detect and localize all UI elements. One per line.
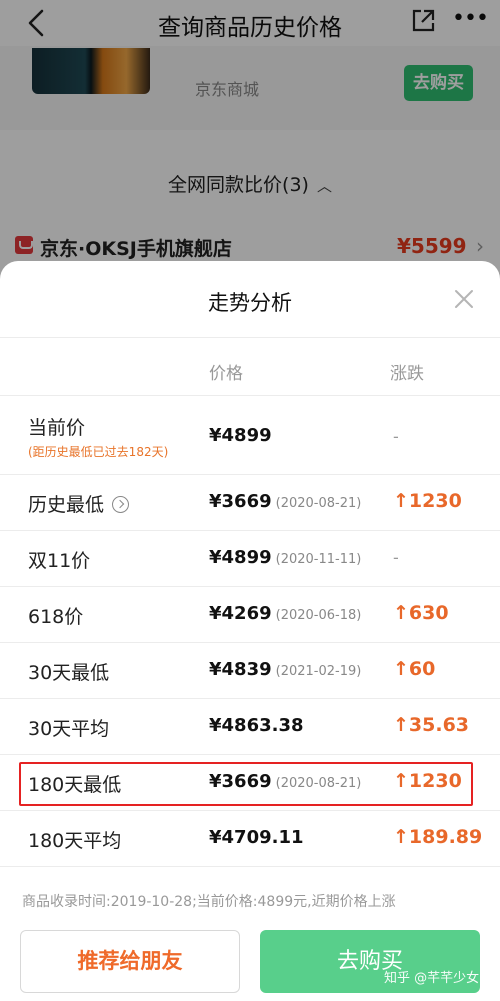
row-price: ¥4899 bbox=[209, 425, 272, 446]
row-change: - bbox=[393, 427, 399, 446]
dim-overlay[interactable] bbox=[0, 0, 500, 300]
row-price: ¥4863.38 bbox=[209, 715, 304, 736]
price-row-current: 当前价 (距历史最低已过去182天) ¥4899 - bbox=[0, 395, 500, 474]
row-label: 30天最低 bbox=[28, 662, 110, 684]
trend-analysis-sheet: 走势分析 价格 涨跌 当前价 (距历史最低已过去182天) ¥4899 - 历史… bbox=[0, 261, 500, 1001]
column-header-price: 价格 bbox=[209, 364, 243, 384]
row-price: ¥4839 (2021-02-19) bbox=[209, 659, 362, 680]
close-icon[interactable] bbox=[452, 287, 476, 311]
column-header-change: 涨跌 bbox=[390, 364, 424, 384]
row-price: ¥3669 (2020-08-21) bbox=[209, 491, 362, 512]
footer-note: 商品收录时间:2019-10-28;当前价格:4899元,近期价格上涨 bbox=[22, 894, 396, 910]
row-label: 30天平均 bbox=[28, 718, 110, 740]
row-label: 双11价 bbox=[28, 550, 91, 572]
row-change: ↑189.89 bbox=[393, 826, 483, 848]
row-price: ¥4709.11 bbox=[209, 827, 304, 848]
price-row-30day-low: 30天最低 ¥4839 (2021-02-19) ↑60 bbox=[0, 642, 500, 698]
row-change: ↑630 bbox=[393, 602, 449, 624]
watermark: 知乎 @芊芊少女 bbox=[384, 971, 480, 986]
row-label: 当前价 bbox=[28, 417, 86, 439]
sheet-title: 走势分析 bbox=[208, 291, 292, 315]
row-date: (2020-08-21) bbox=[275, 496, 362, 511]
price-row-30day-avg: 30天平均 ¥4863.38 ↑35.63 bbox=[0, 698, 500, 754]
row-change: ↑1230 bbox=[393, 490, 462, 512]
divider bbox=[0, 337, 500, 338]
row-label: 历史最低 bbox=[28, 490, 130, 517]
recommend-to-friend-button[interactable]: 推荐给朋友 bbox=[20, 930, 240, 993]
row-sublabel: (距历史最低已过去182天) bbox=[28, 445, 169, 459]
row-date: (2020-06-18) bbox=[275, 608, 362, 623]
row-label: 180天平均 bbox=[28, 830, 122, 852]
row-change: - bbox=[393, 548, 399, 567]
row-change: ↑60 bbox=[393, 658, 436, 680]
row-change: ↑35.63 bbox=[393, 714, 470, 736]
row-label: 618价 bbox=[28, 606, 84, 628]
row-date: (2021-02-19) bbox=[275, 664, 362, 679]
highlight-annotation-box bbox=[19, 762, 473, 806]
price-row-double11: 双11价 ¥4899 (2020-11-11) - bbox=[0, 530, 500, 586]
row-date: (2020-11-11) bbox=[275, 552, 362, 567]
price-row-180day-avg: 180天平均 ¥4709.11 ↑189.89 bbox=[0, 810, 500, 866]
price-row-618: 618价 ¥4269 (2020-06-18) ↑630 bbox=[0, 586, 500, 642]
price-row-history-low[interactable]: 历史最低 ¥3669 (2020-08-21) ↑1230 bbox=[0, 474, 500, 530]
info-chevron-icon[interactable] bbox=[112, 496, 130, 513]
divider bbox=[0, 866, 500, 867]
row-price: ¥4269 (2020-06-18) bbox=[209, 603, 362, 624]
row-price: ¥4899 (2020-11-11) bbox=[209, 547, 362, 568]
